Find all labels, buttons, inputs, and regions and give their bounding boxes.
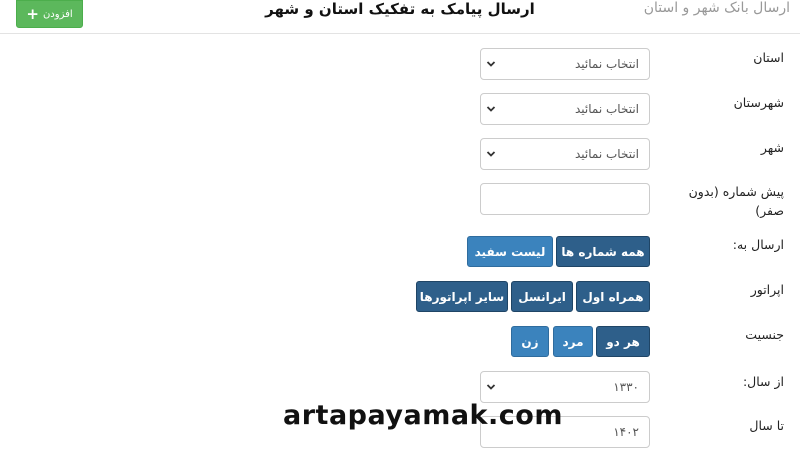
- plus-icon: +: [26, 4, 39, 23]
- city-label: شهر: [760, 140, 784, 155]
- prefix-input[interactable]: [480, 183, 650, 215]
- operator-label: اپراتور: [750, 282, 784, 297]
- chevron-down-icon: [486, 61, 496, 67]
- city-select[interactable]: انتخاب نمائید: [480, 138, 650, 170]
- send-to-label: ارسال به:: [732, 237, 784, 252]
- page-title: ارسال پیامک به تفکیک استان و شهر: [265, 0, 535, 18]
- province-select-value: انتخاب نمائید: [574, 57, 639, 71]
- operator-irancell-button[interactable]: ایرانسل: [511, 281, 573, 312]
- add-button-label: افزودن: [42, 8, 73, 20]
- city-select-value: انتخاب نمائید: [574, 147, 639, 161]
- from-year-label: از سال:: [742, 374, 784, 389]
- from-year-select[interactable]: ۱۳۳۰: [480, 371, 650, 403]
- to-year-select-value: ۱۴۰۲: [613, 425, 639, 439]
- county-select-value: انتخاب نمائید: [574, 102, 639, 116]
- from-year-select-value: ۱۳۳۰: [613, 380, 639, 394]
- chevron-down-icon: [486, 151, 496, 157]
- province-label: استان: [753, 50, 784, 65]
- gender-both-button[interactable]: هر دو: [596, 326, 650, 357]
- gender-female-button[interactable]: زن: [511, 326, 549, 357]
- county-label: شهرستان: [733, 95, 784, 110]
- gender-male-button[interactable]: مرد: [553, 326, 593, 357]
- chevron-down-icon: [486, 106, 496, 112]
- prefix-label-line2: صفر): [755, 203, 784, 218]
- county-select[interactable]: انتخاب نمائید: [480, 93, 650, 125]
- page-header: ارسال بانک شهر و استان ارسال پیامک به تف…: [0, 0, 800, 34]
- add-button[interactable]: افزودن +: [16, 0, 83, 28]
- send-to-whitelist-button[interactable]: لیست سفید: [467, 236, 553, 267]
- breadcrumb: ارسال بانک شهر و استان: [643, 0, 790, 16]
- site-watermark: artapayamak.com: [283, 400, 563, 431]
- prefix-label: پیش شماره (بدون صفر): [664, 182, 784, 220]
- operator-others-button[interactable]: سایر اپراتورها: [416, 281, 508, 312]
- operator-mci-button[interactable]: همراه اول: [576, 281, 650, 312]
- to-year-label: تا سال: [749, 418, 784, 433]
- send-to-all-numbers-button[interactable]: همه شماره ها: [556, 236, 650, 267]
- gender-label: جنسیت: [745, 327, 784, 342]
- province-select[interactable]: انتخاب نمائید: [480, 48, 650, 80]
- chevron-down-icon: [486, 384, 496, 390]
- prefix-label-line1: پیش شماره (بدون: [688, 184, 784, 199]
